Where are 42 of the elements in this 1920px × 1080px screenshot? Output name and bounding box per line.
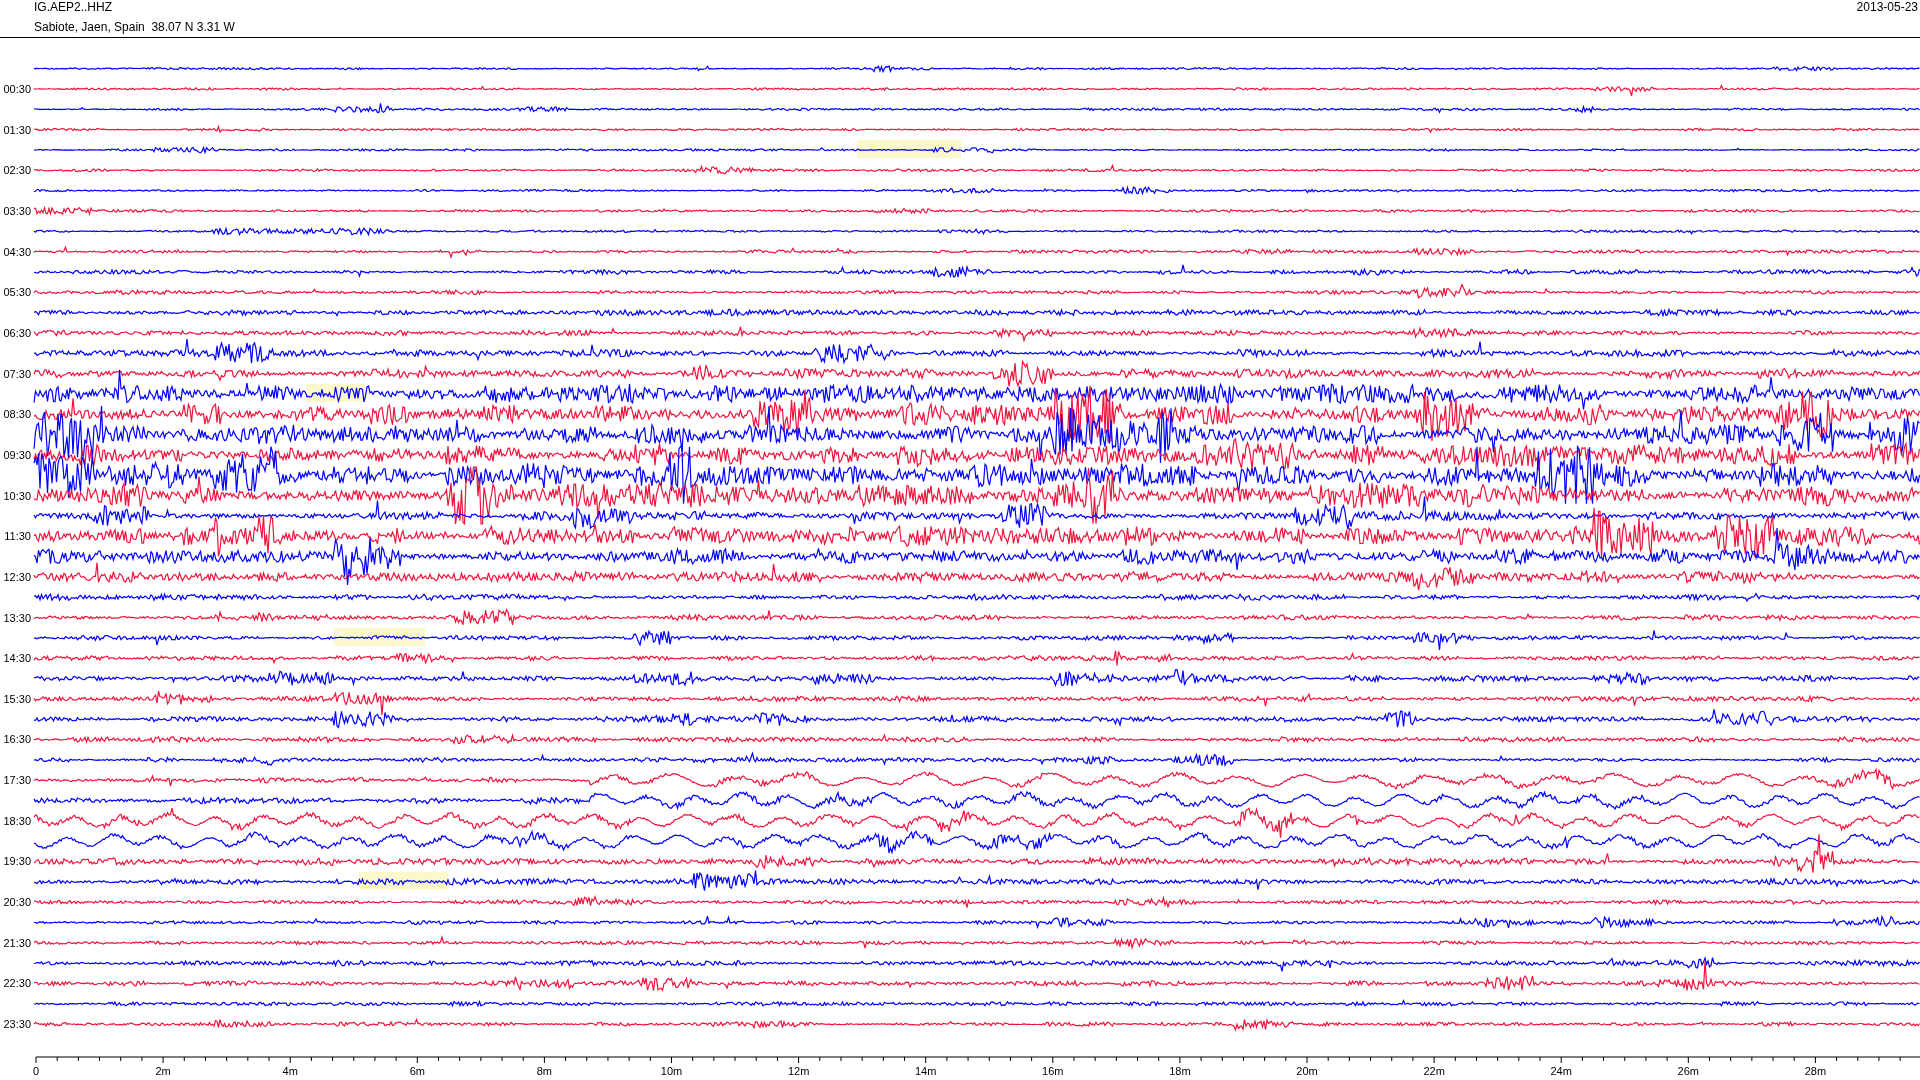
time-label: 00:30: [3, 82, 31, 95]
station-location: Sabiote, Jaen, Spain 38.07 N 3.31 W: [34, 20, 235, 35]
axis-label: 16m: [1042, 1065, 1064, 1077]
axis-label: 12m: [787, 1065, 810, 1077]
time-label: 14:30: [3, 652, 31, 665]
time-label: 13:30: [3, 611, 31, 624]
time-label: 17:30: [3, 774, 31, 787]
axis-label: 22m: [1423, 1065, 1445, 1077]
time-label: 23:30: [3, 1018, 31, 1031]
time-label: 06:30: [3, 326, 31, 339]
time-label: 10:30: [3, 489, 31, 502]
axis-label: 26m: [1677, 1065, 1699, 1077]
axis-label: 28m: [1804, 1065, 1827, 1077]
time-label: 08:30: [3, 408, 31, 421]
axis-label: 6m: [409, 1065, 425, 1077]
axis-label: 0: [32, 1065, 40, 1077]
time-label: 02:30: [3, 164, 31, 177]
axis-label: 4m: [282, 1065, 298, 1077]
time-label: 20:30: [3, 896, 31, 909]
time-label: 01:30: [3, 123, 31, 136]
axis-label: 18m: [1169, 1065, 1191, 1077]
time-label: 22:30: [3, 977, 31, 990]
time-label: 15:30: [3, 692, 31, 705]
axis-label: 14m: [915, 1065, 937, 1077]
time-label: 03:30: [3, 204, 31, 217]
time-label: 16:30: [3, 733, 31, 746]
axis-label: 2m: [155, 1065, 171, 1077]
time-label: 07:30: [3, 367, 31, 380]
axis-label: 8m: [536, 1065, 553, 1077]
plot-date: 2013-05-23: [1856, 0, 1919, 15]
axis-label: 24m: [1550, 1065, 1572, 1077]
time-label: 04:30: [3, 245, 31, 258]
time-label: 05:30: [3, 286, 31, 299]
axis-label: 10m: [660, 1065, 683, 1077]
time-label: 18:30: [3, 814, 31, 827]
station-code: IG.AEP2..HHZ: [34, 0, 114, 15]
time-label: 11:30: [4, 530, 31, 543]
time-label: 09:30: [3, 448, 31, 461]
axis-label: 20m: [1296, 1065, 1318, 1077]
time-label: 19:30: [3, 855, 31, 868]
time-label: 21:30: [3, 936, 31, 949]
time-label: 12:30: [3, 570, 31, 583]
